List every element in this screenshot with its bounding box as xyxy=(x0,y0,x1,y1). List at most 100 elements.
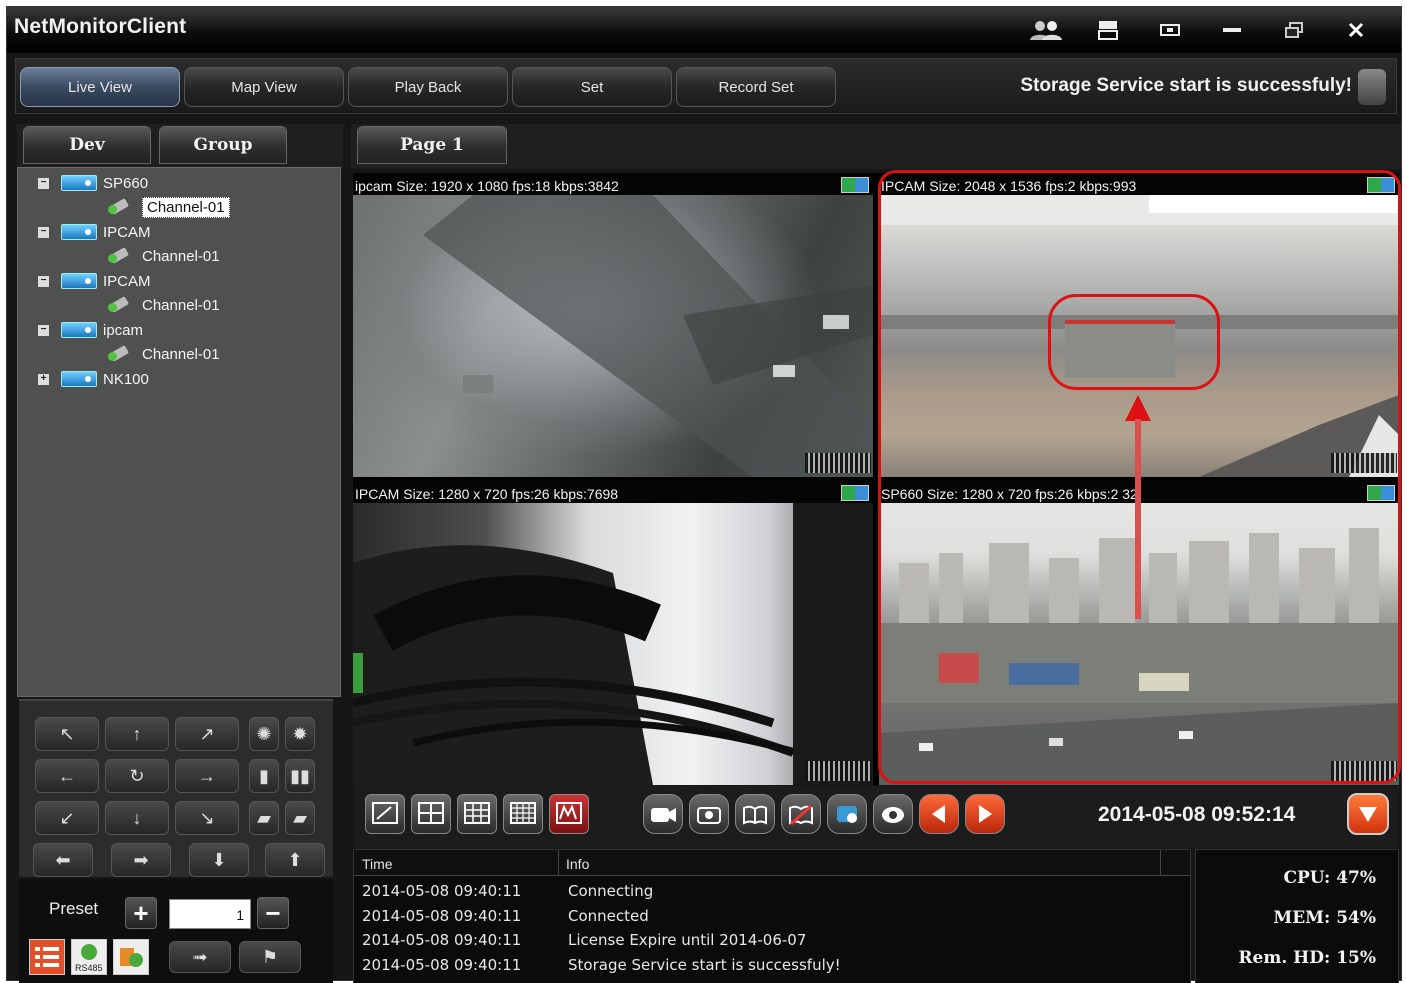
preset-number-input[interactable]: 1 xyxy=(169,899,251,929)
title-bar: NetMonitorClient xyxy=(7,7,1401,53)
tab-page-1[interactable]: Page 1 xyxy=(357,126,507,164)
tree-device-ipcam-lower[interactable]: − ipcam xyxy=(38,319,143,341)
maximize-icon[interactable] xyxy=(1263,15,1325,45)
annotation-arrow xyxy=(1125,395,1151,619)
tab-group[interactable]: Group xyxy=(159,126,287,164)
log-row[interactable]: 2014-05-08 09:40:11 Storage Service star… xyxy=(354,954,1190,978)
open-book-icon[interactable] xyxy=(735,794,775,834)
device-settings-icon[interactable] xyxy=(113,939,149,975)
focus-near-icon[interactable]: ✺ xyxy=(249,717,279,751)
layout-icon[interactable] xyxy=(1077,15,1139,45)
zoom-out-icon[interactable]: ▰ xyxy=(285,801,315,835)
close-icon[interactable] xyxy=(1325,15,1387,45)
tab-record-set[interactable]: Record Set xyxy=(676,67,836,107)
current-datetime: 2014-05-08 09:52:14 xyxy=(1098,803,1296,826)
log-row[interactable]: 2014-05-08 09:40:11 Connecting xyxy=(354,880,1190,904)
layout-sixteen-icon[interactable] xyxy=(503,794,543,834)
arrow-right-icon[interactable]: → xyxy=(175,759,239,793)
tour-down-icon[interactable]: ⬇ xyxy=(189,843,249,877)
column-info: Info xyxy=(566,856,590,872)
tab-dev[interactable]: Dev xyxy=(23,126,151,164)
device-label: SP660 xyxy=(103,174,149,192)
arrow-up-left-icon[interactable]: ↖ xyxy=(35,717,99,751)
camera-icon xyxy=(106,344,134,364)
recording-icon xyxy=(841,177,869,193)
video-camera-icon[interactable] xyxy=(643,794,683,834)
device-icon xyxy=(61,371,97,387)
next-page-icon[interactable] xyxy=(965,794,1005,834)
layout-custom-icon[interactable] xyxy=(549,794,589,834)
video-toolbar: 2014-05-08 09:52:14 xyxy=(353,786,1399,848)
close-book-icon[interactable] xyxy=(781,794,821,834)
tree-channel[interactable]: Channel-01 xyxy=(106,294,220,316)
remove-preset-button[interactable]: − xyxy=(257,897,289,929)
device-label: IPCAM xyxy=(103,223,151,241)
list-icon[interactable] xyxy=(29,939,65,975)
arrow-down-right-icon[interactable]: ↘ xyxy=(175,801,239,835)
refresh-icon[interactable]: ↻ xyxy=(105,759,169,793)
channel-label: Channel-01 xyxy=(142,247,220,265)
set-preset-icon[interactable]: ⚑ xyxy=(239,941,301,973)
preset-next-icon[interactable]: ➡ xyxy=(111,843,171,877)
tab-map-view[interactable]: Map View xyxy=(184,67,344,107)
camera-icon xyxy=(106,197,134,217)
iris-close-icon[interactable]: ▮▮ xyxy=(285,759,315,793)
device-icon xyxy=(61,322,97,338)
log-info: Connecting xyxy=(568,882,654,900)
focus-far-icon[interactable]: ✹ xyxy=(285,717,315,751)
tree-channel[interactable]: Channel-01 xyxy=(106,343,220,365)
log-info: License Expire until 2014-06-07 xyxy=(568,931,807,949)
restore-icon[interactable] xyxy=(1139,15,1201,45)
tour-up-icon[interactable]: ⬆ xyxy=(265,843,325,877)
collapse-icon[interactable]: − xyxy=(38,177,49,189)
arrow-up-right-icon[interactable]: ↗ xyxy=(175,717,239,751)
tab-live-view[interactable]: Live View xyxy=(20,67,180,107)
tab-set[interactable]: Set xyxy=(512,67,672,107)
iris-open-icon[interactable]: ▮ xyxy=(249,759,279,793)
playback-icon[interactable] xyxy=(827,794,867,834)
preset-prev-icon[interactable]: ⬅ xyxy=(33,843,93,877)
tree-channel[interactable]: Channel-01 xyxy=(106,245,220,267)
camera-icon xyxy=(106,246,134,266)
camera-view-1[interactable]: ipcam Size: 1920 x 1080 fps:18 kbps:3842 xyxy=(353,173,873,477)
log-row[interactable]: 2014-05-08 09:40:11 License Expire until… xyxy=(354,929,1190,953)
hd-value: 15% xyxy=(1336,948,1376,968)
collapse-icon[interactable]: − xyxy=(38,275,49,287)
layout-quad-icon[interactable] xyxy=(411,794,451,834)
video-page-header: Page 1 xyxy=(351,124,1401,169)
call-preset-icon[interactable]: ➟ xyxy=(169,941,231,973)
collapse-icon[interactable]: − xyxy=(38,226,49,238)
snapshot-icon[interactable] xyxy=(689,794,729,834)
disk-remaining: Rem. HD: 15% xyxy=(1238,948,1376,968)
ptz-control-panel: ↖ ↑ ↗ ✺ ✹ ← ↻ → ▮ ▮▮ ↙ ↓ ↘ ▰ ▰ ⬅ ➡ ⬇ ⬆ xyxy=(19,699,333,877)
collapse-panel-icon[interactable] xyxy=(1347,793,1389,835)
add-preset-button[interactable]: + xyxy=(125,897,157,929)
layout-single-icon[interactable] xyxy=(365,794,405,834)
rs485-icon[interactable]: RS485 xyxy=(71,939,107,975)
storage-icon xyxy=(1358,69,1386,105)
tree-device-sp660[interactable]: − SP660 xyxy=(38,172,148,194)
arrow-left-icon[interactable]: ← xyxy=(35,759,99,793)
app-window: NetMonitorClient Live View Map View Play… xyxy=(6,6,1402,983)
layout-nine-icon[interactable] xyxy=(457,794,497,834)
speaker-icon[interactable] xyxy=(873,794,913,834)
tree-channel[interactable]: Channel-01 xyxy=(106,196,230,218)
arrow-down-left-icon[interactable]: ↙ xyxy=(35,801,99,835)
tree-device-ipcam[interactable]: − IPCAM xyxy=(38,221,151,243)
camera-view-3[interactable]: IPCAM Size: 1280 x 720 fps:26 kbps:7698 xyxy=(353,481,873,785)
previous-page-icon[interactable] xyxy=(919,794,959,834)
users-icon[interactable] xyxy=(1015,15,1077,45)
expand-icon[interactable]: + xyxy=(38,373,49,385)
arrow-up-icon[interactable]: ↑ xyxy=(105,717,169,751)
collapse-icon[interactable]: − xyxy=(38,324,49,336)
arrow-down-icon[interactable]: ↓ xyxy=(105,801,169,835)
tree-device-ipcam[interactable]: − IPCAM xyxy=(38,270,151,292)
zoom-in-icon[interactable]: ▰ xyxy=(249,801,279,835)
log-row[interactable]: 2014-05-08 09:40:11 Connected xyxy=(354,905,1190,929)
memory-usage: MEM: 54% xyxy=(1273,908,1376,928)
tree-device-nk100[interactable]: + NK100 xyxy=(38,368,149,390)
device-icon xyxy=(61,224,97,240)
tab-play-back[interactable]: Play Back xyxy=(348,67,508,107)
window-controls xyxy=(1015,15,1387,45)
minimize-icon[interactable] xyxy=(1201,15,1263,45)
